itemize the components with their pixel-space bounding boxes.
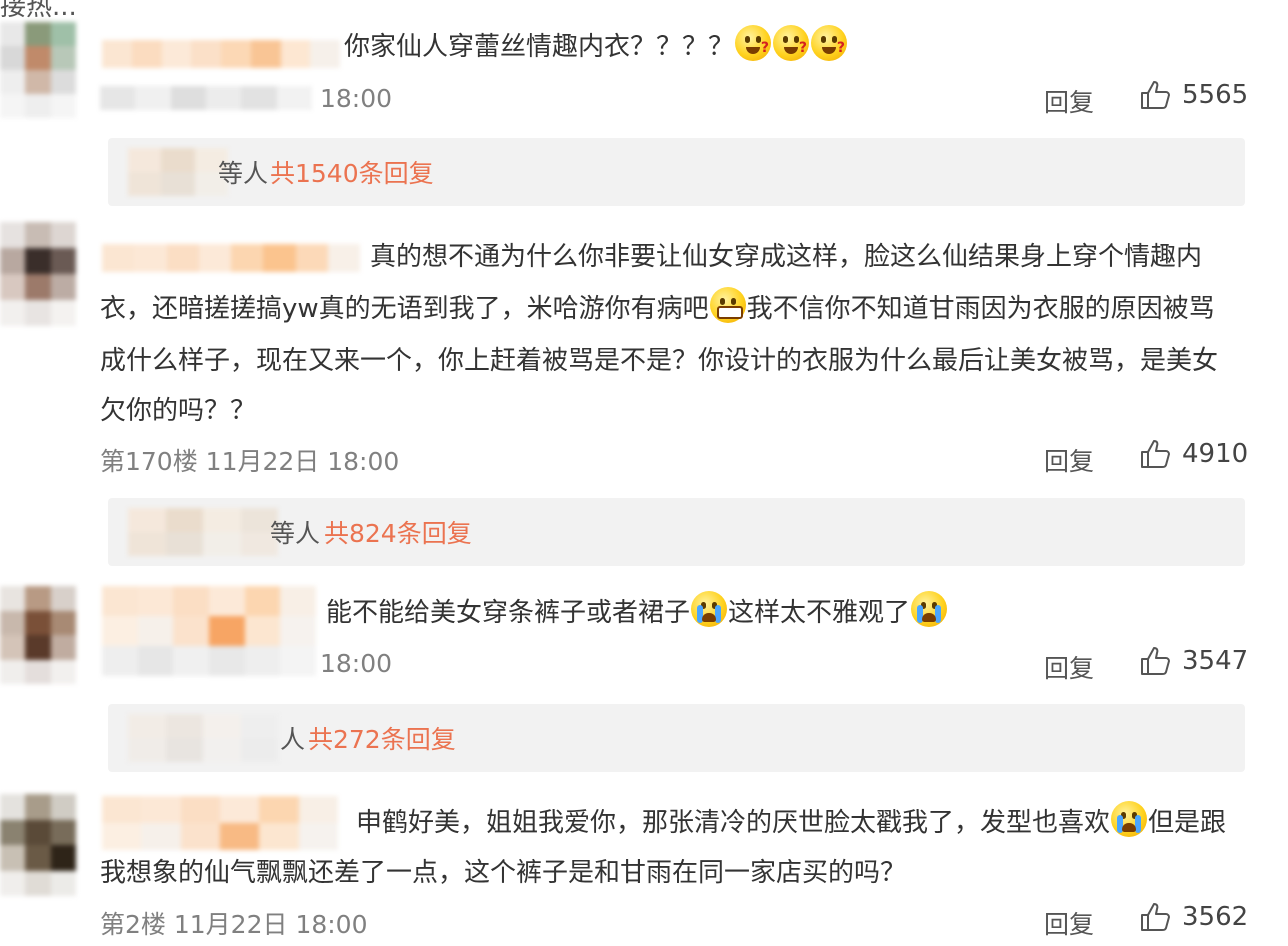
view-replies-link[interactable]: 共824条回复 [324,514,472,550]
reply-button[interactable]: 回复 [1044,649,1094,685]
reply-authors: 等人 [270,519,321,548]
like-count: 5565 [1182,80,1249,110]
comment-time: 18:00 [327,447,400,476]
avatar[interactable] [0,222,76,326]
thumbs-up-icon [1140,902,1172,932]
avatar[interactable] [0,794,76,896]
avatar[interactable] [0,22,76,118]
crying-face-emoji [911,591,948,627]
comment-time: 18:00 [320,84,393,113]
reply-summary-bar[interactable]: 等人 共1540条回复 [108,138,1245,206]
like-button[interactable]: 3562 [1140,902,1248,932]
comment-text: 你家仙人穿蕾丝情趣内衣？？？？??? [344,20,848,74]
comment-meta: 第2楼 11月22日 18:00 [100,905,367,941]
comment-text-line: 真的想不通为什么你非要让仙女穿成这样，脸这么仙结果身上穿个情趣内 [370,242,1203,272]
thumbs-up-icon [1140,646,1172,676]
like-count: 4910 [1182,439,1249,469]
floor-number: 第170楼 [100,447,198,476]
comment-text: 能不能给美女穿条裤子或者裙子 这样太不雅观了 [326,586,948,640]
comment-text-line: 衣，还暗搓搓搞yw真的无语到我了，米哈游你有病吧 我不信你不知道甘雨因为衣服的原因… [100,282,1215,336]
comment-text-line: 欠你的吗？？ [100,396,257,426]
reply-summary-bar[interactable]: 等人 共824条回复 [108,498,1245,566]
reply-button[interactable]: 回复 [1044,442,1094,478]
floor-date-masked [100,86,312,110]
comment-date: 11月22日 [173,910,288,939]
username[interactable] [102,244,360,272]
username[interactable] [102,796,338,850]
comment-time: 18:00 [320,649,393,678]
username[interactable] [102,586,316,676]
comment-text-line: 申鹤好美，姐姐我爱你，那张清冷的厌世脸太戳我了，发型也喜欢 但是跟 [356,796,1226,850]
floor-number: 第2楼 [100,910,166,939]
like-count: 3562 [1182,902,1249,932]
reply-button[interactable]: 回复 [1044,83,1094,119]
avatar[interactable] [0,586,76,684]
thumbs-up-icon [1140,439,1172,469]
comment-meta: 第170楼 11月22日 18:00 [100,442,399,478]
comment-text-line: 成什么样子，现在又来一个，你上赶着被骂是不是？你设计的衣服为什么最后让美女被骂，… [100,346,1219,376]
comment-date: 11月22日 [205,447,320,476]
reply-author-avatars [128,714,278,762]
grinning-face-emoji [709,287,746,323]
comment-time: 18:00 [295,910,368,939]
comment-text-line: 我想象的仙气飘飘还差了一点，这个裤子是和甘雨在同一家店买的吗？ [100,858,907,888]
reply-author-avatars [128,148,228,196]
reply-summary-bar[interactable]: 人 共272条回复 [108,704,1245,772]
question-face-emoji: ? [811,25,848,61]
question-face-emoji: ? [773,25,810,61]
like-button[interactable]: 3547 [1140,646,1248,676]
view-replies-link[interactable]: 共1540条回复 [270,154,434,190]
reply-authors: 等人 [218,159,269,188]
username[interactable] [102,40,340,68]
like-count: 3547 [1182,646,1249,676]
question-face-emoji: ? [735,25,772,61]
reply-authors: 人 [280,725,306,754]
view-replies-link[interactable]: 共272条回复 [308,720,456,756]
top-cut-text: 接热... [0,0,77,22]
reply-button[interactable]: 回复 [1044,905,1094,941]
thumbs-up-icon [1140,80,1172,110]
like-button[interactable]: 4910 [1140,439,1248,469]
crying-face-emoji [1111,801,1148,837]
crying-face-emoji [691,591,728,627]
reply-author-avatars [128,508,278,556]
like-button[interactable]: 5565 [1140,80,1248,110]
